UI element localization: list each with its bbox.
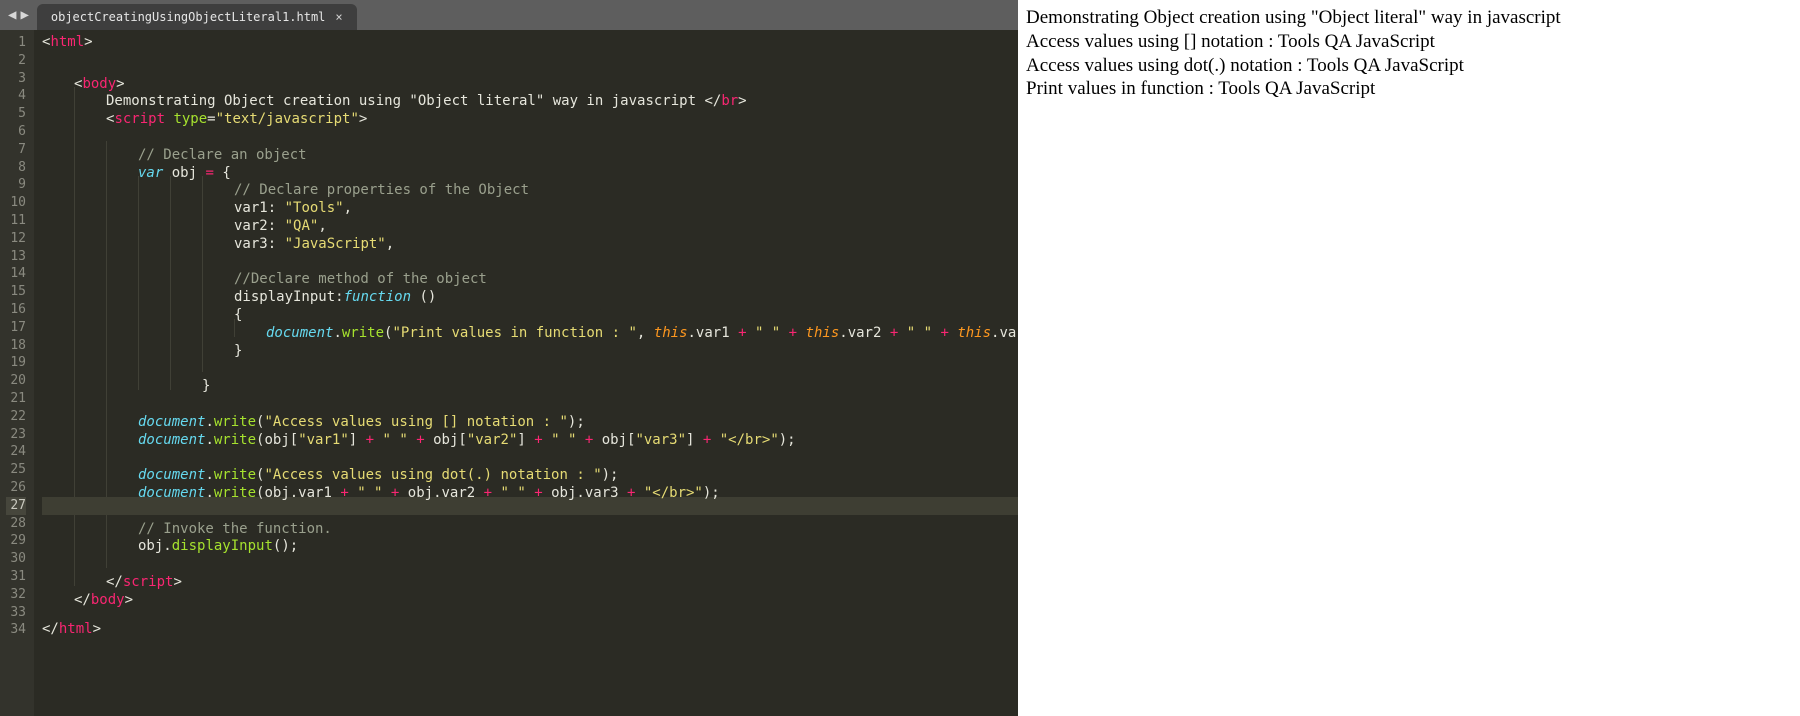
line-number: 3	[6, 70, 26, 88]
code-line[interactable]: // Invoke the function.	[42, 515, 1018, 533]
line-number: 22	[6, 408, 26, 426]
line-number: 11	[6, 212, 26, 230]
line-number: 31	[6, 568, 26, 586]
code-line[interactable]: {	[42, 301, 1018, 319]
code-line[interactable]	[42, 604, 1018, 622]
line-number: 15	[6, 283, 26, 301]
line-number: 34	[6, 621, 26, 639]
line-number: 25	[6, 461, 26, 479]
code-line[interactable]	[42, 390, 1018, 408]
line-number: 27	[6, 497, 26, 515]
line-number: 26	[6, 479, 26, 497]
code-line[interactable]: <html>	[42, 34, 1018, 52]
code-area[interactable]: 1234567891011121314151617181920212223242…	[0, 30, 1018, 716]
line-number: 21	[6, 390, 26, 408]
code-line[interactable]: var3: "JavaScript",	[42, 230, 1018, 248]
code-line[interactable]: </body>	[42, 586, 1018, 604]
line-number: 30	[6, 550, 26, 568]
line-number: 10	[6, 194, 26, 212]
code-line[interactable]	[42, 248, 1018, 266]
code-line[interactable]: obj.displayInput();	[42, 532, 1018, 550]
line-number-gutter: 1234567891011121314151617181920212223242…	[0, 30, 34, 716]
line-number: 5	[6, 105, 26, 123]
line-number: 28	[6, 515, 26, 533]
line-number: 23	[6, 426, 26, 444]
code-line[interactable]: document.write("Access values using [] n…	[42, 408, 1018, 426]
code-line[interactable]: Demonstrating Object creation using "Obj…	[42, 87, 1018, 105]
code-line[interactable]: // Declare properties of the Object	[42, 176, 1018, 194]
line-number: 24	[6, 443, 26, 461]
code-line[interactable]: document.write(obj.var1 + " " + obj.var2…	[42, 479, 1018, 497]
code-line[interactable]	[42, 354, 1018, 372]
code-line[interactable]: document.write("Access values using dot(…	[42, 461, 1018, 479]
code-line[interactable]: </html>	[42, 621, 1018, 639]
line-number: 14	[6, 265, 26, 283]
code-line[interactable]: var obj = {	[42, 159, 1018, 177]
code-line[interactable]: var2: "QA",	[42, 212, 1018, 230]
output-line: Print values in function : Tools QA Java…	[1026, 77, 1790, 101]
line-number: 18	[6, 337, 26, 355]
line-number: 20	[6, 372, 26, 390]
code-line[interactable]	[42, 52, 1018, 70]
file-tab[interactable]: objectCreatingUsingObjectLiteral1.html ×	[37, 4, 357, 30]
line-number: 16	[6, 301, 26, 319]
output-line: Demonstrating Object creation using "Obj…	[1026, 6, 1790, 30]
code-line[interactable]: // Declare an object	[42, 141, 1018, 159]
code-line[interactable]: <body>	[42, 70, 1018, 88]
tab-next-icon[interactable]: ▶	[20, 8, 28, 22]
code-line[interactable]: }	[42, 372, 1018, 390]
output-line: Access values using [] notation : Tools …	[1026, 30, 1790, 54]
line-number: 13	[6, 248, 26, 266]
line-number: 2	[6, 52, 26, 70]
line-number: 8	[6, 159, 26, 177]
line-number: 32	[6, 586, 26, 604]
file-tab-label: objectCreatingUsingObjectLiteral1.html	[51, 10, 326, 24]
line-number: 33	[6, 604, 26, 622]
line-number: 19	[6, 354, 26, 372]
tab-bar: ◀ ▶ objectCreatingUsingObjectLiteral1.ht…	[0, 0, 1018, 30]
line-number: 12	[6, 230, 26, 248]
output-line: Access values using dot(.) notation : To…	[1026, 54, 1790, 78]
tab-prev-icon[interactable]: ◀	[8, 8, 16, 22]
line-number: 17	[6, 319, 26, 337]
code-line[interactable]: document.write(obj["var1"] + " " + obj["…	[42, 426, 1018, 444]
code-line[interactable]: </script>	[42, 568, 1018, 586]
line-number: 7	[6, 141, 26, 159]
tab-nav-arrows: ◀ ▶	[0, 0, 37, 30]
code-content[interactable]: <html> <body>Demonstrating Object creatio…	[34, 30, 1018, 716]
browser-output-pane: Demonstrating Object creation using "Obj…	[1018, 0, 1800, 716]
close-icon[interactable]: ×	[335, 10, 342, 24]
code-editor-pane: ◀ ▶ objectCreatingUsingObjectLiteral1.ht…	[0, 0, 1018, 716]
code-line[interactable]: var1: "Tools",	[42, 194, 1018, 212]
code-line[interactable]: //Declare method of the object	[42, 265, 1018, 283]
line-number: 1	[6, 34, 26, 52]
line-number: 6	[6, 123, 26, 141]
code-line[interactable]: displayInput:function ()	[42, 283, 1018, 301]
line-number: 9	[6, 176, 26, 194]
code-line[interactable]: document.write("Print values in function…	[42, 319, 1018, 337]
line-number: 29	[6, 532, 26, 550]
line-number: 4	[6, 87, 26, 105]
